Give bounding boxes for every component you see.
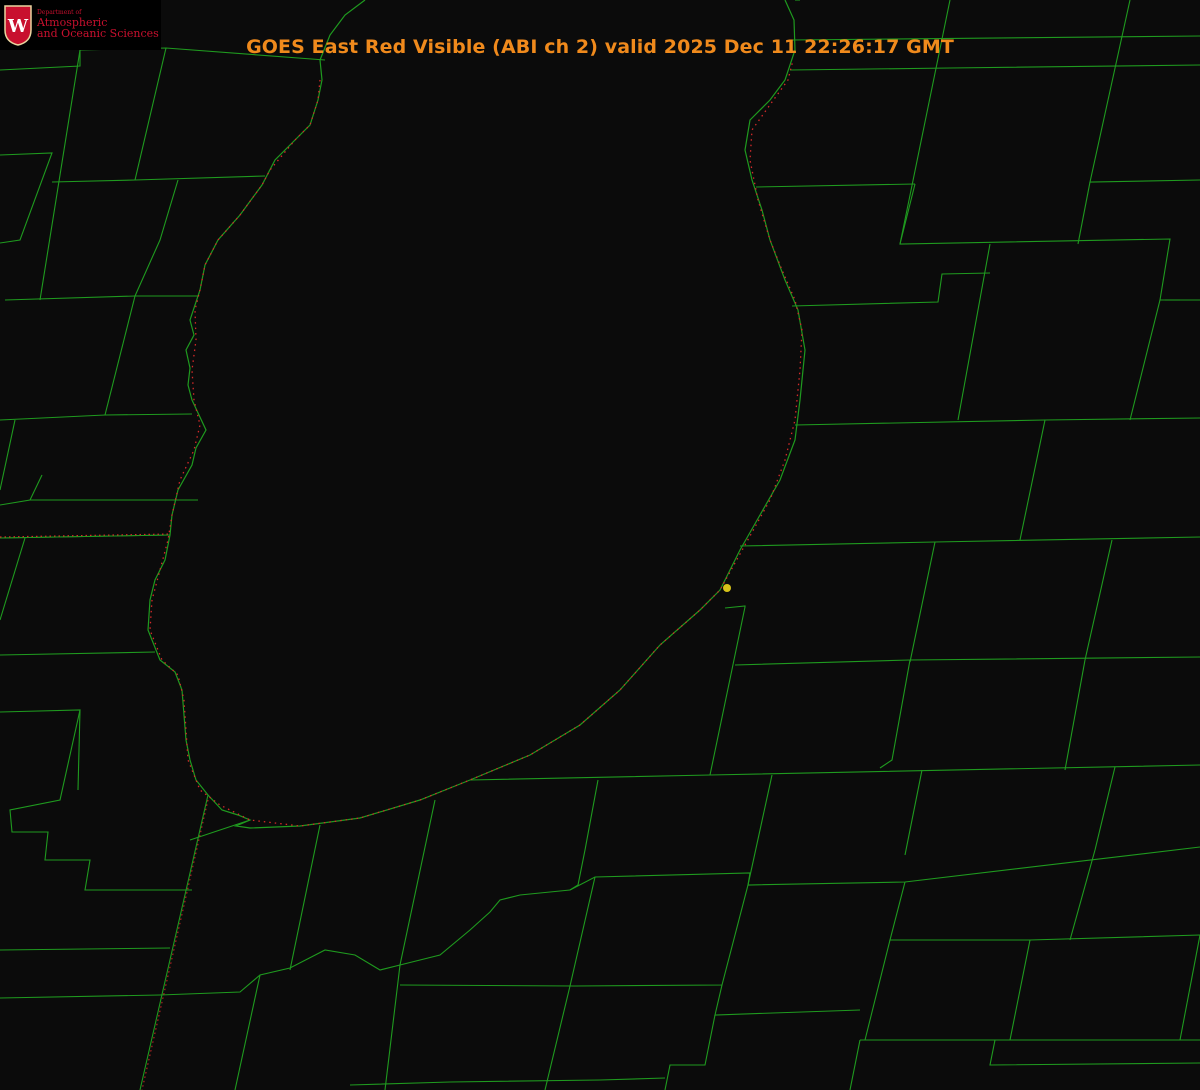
map-background xyxy=(0,0,1200,1090)
department-logo: W Department of Atmospheric and Oceanic … xyxy=(0,0,161,50)
image-title: GOES East Red Visible (ABI ch 2) valid 2… xyxy=(246,36,954,58)
location-dot-icon xyxy=(723,584,731,592)
satellite-map xyxy=(0,0,1200,1090)
seal-letter: W xyxy=(7,16,29,37)
logo-line-2: and Oceanic Sciences xyxy=(37,27,159,41)
uw-seal-icon: W xyxy=(4,5,32,46)
